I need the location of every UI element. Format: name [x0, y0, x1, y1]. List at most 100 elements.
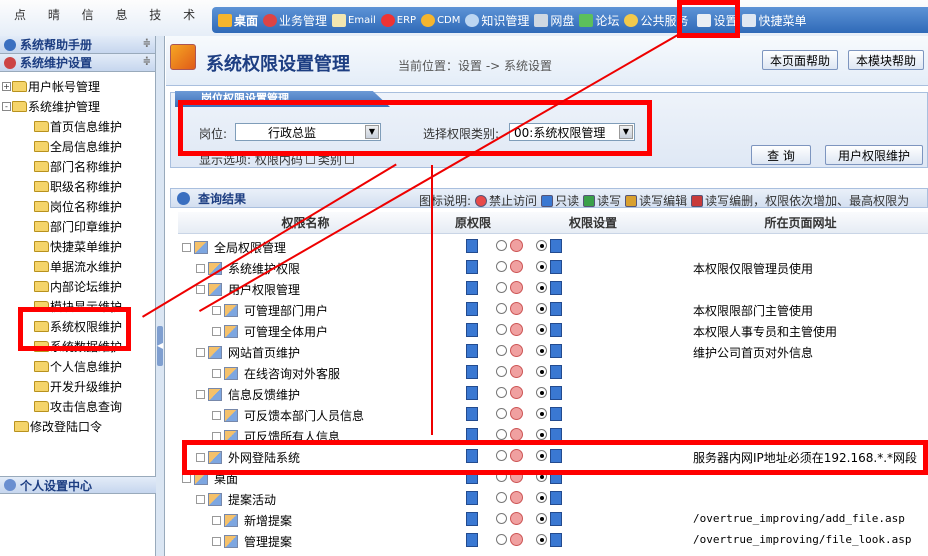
forbid-radio[interactable] — [496, 387, 507, 398]
sidebar-item-system-maint[interactable]: - 系统维护管理 — [0, 96, 155, 116]
forbid-radio[interactable] — [496, 408, 507, 419]
readonly-radio[interactable] — [536, 366, 547, 377]
category-checkbox[interactable] — [344, 155, 354, 164]
forbid-radio[interactable] — [496, 366, 507, 377]
permission-node-icon — [208, 283, 222, 296]
nav-shortcut[interactable]: 快捷菜单 — [742, 12, 806, 29]
folder-icon — [34, 220, 49, 232]
top-bar: 点 晴 信 息 技 术 桌面 业务管理 Email ERP CDM 知识管理 网… — [0, 0, 928, 36]
page-help-button[interactable]: 本页面帮助 — [762, 50, 838, 70]
sidebar-item[interactable]: 快捷菜单维护 — [0, 236, 155, 256]
sidebar-item[interactable]: 岗位名称维护 — [0, 196, 155, 216]
sidebar-item[interactable]: 开发升级维护 — [0, 376, 155, 396]
collapse-icon[interactable]: ≑ — [143, 38, 151, 49]
module-help-button[interactable]: 本模块帮助 — [848, 50, 924, 70]
sidebar-item[interactable]: 个人信息维护 — [0, 356, 155, 376]
forbid-radio[interactable] — [496, 261, 507, 272]
readonly-radio[interactable] — [536, 282, 547, 293]
tree-line-icon — [196, 390, 205, 399]
collapse-sidebar-icon[interactable]: ◀ — [157, 326, 163, 366]
sidebar-maint-header[interactable]: 系统维护设置 ≑ — [0, 54, 155, 72]
permission-node-icon — [224, 304, 238, 317]
permission-node-icon — [224, 535, 238, 548]
forbid-icon — [510, 260, 523, 273]
sidebar-item[interactable]: 单据流水维护 — [0, 256, 155, 276]
collapse-icon[interactable]: ≑ — [143, 56, 151, 67]
readonly-radio[interactable] — [536, 408, 547, 419]
forbid-radio[interactable] — [496, 240, 507, 251]
permission-node-icon — [224, 367, 238, 380]
readonly-radio[interactable] — [536, 303, 547, 314]
code-checkbox[interactable] — [305, 155, 315, 164]
nav-cdm[interactable]: CDM — [421, 13, 460, 27]
sidebar-help-header[interactable]: 系统帮助手册 ≑ — [0, 36, 155, 54]
nav-erp[interactable]: ERP — [380, 13, 416, 27]
forbid-radio[interactable] — [496, 429, 507, 440]
shortcut-icon — [742, 13, 757, 27]
nav-disk[interactable]: 网盘 — [534, 12, 574, 29]
readonly-radio[interactable] — [536, 534, 547, 545]
main-nav: 桌面 业务管理 Email ERP CDM 知识管理 网盘 论坛 公共服务 设置… — [212, 7, 928, 33]
sidebar-item-change-password[interactable]: 修改登陆口令 — [0, 416, 155, 436]
readonly-icon — [550, 302, 562, 316]
permission-name: 可管理全体用户 — [212, 323, 328, 340]
readonly-radio[interactable] — [536, 513, 547, 524]
forbid-icon — [510, 302, 523, 315]
readonly-radio[interactable] — [536, 324, 547, 335]
folder-icon — [34, 180, 49, 192]
original-permission-icon — [466, 386, 478, 400]
forbid-icon — [510, 407, 523, 420]
readonly-icon — [550, 281, 562, 295]
sidebar-item[interactable]: 全局信息维护 — [0, 136, 155, 156]
readonly-radio[interactable] — [536, 240, 547, 251]
forum-icon — [579, 13, 594, 27]
forbid-radio[interactable] — [496, 534, 507, 545]
readonly-radio[interactable] — [536, 345, 547, 356]
permission-name: 网站首页维护 — [196, 344, 300, 361]
sidebar-item[interactable]: 职级名称维护 — [0, 176, 155, 196]
sidebar-item[interactable]: 首页信息维护 — [0, 116, 155, 136]
folder-icon — [12, 100, 27, 112]
tree-line-icon — [212, 411, 221, 420]
help-icon — [4, 38, 16, 51]
forbid-radio[interactable] — [496, 345, 507, 356]
highlight-filter — [178, 100, 652, 156]
forbid-radio[interactable] — [496, 513, 507, 524]
sidebar-item[interactable]: 部门名称维护 — [0, 156, 155, 176]
query-button[interactable]: 查 询 — [751, 145, 811, 165]
folder-icon — [34, 240, 49, 252]
brand-logo: 点 晴 信 息 技 术 — [14, 8, 205, 22]
table-row: 用户权限管理 — [178, 278, 928, 299]
permission-node-icon — [224, 409, 238, 422]
forbid-icon — [510, 281, 523, 294]
knowledge-icon — [465, 13, 480, 27]
permission-name: 信息反馈维护 — [196, 386, 300, 403]
collapse-icon[interactable]: - — [2, 101, 11, 111]
sidebar-splitter[interactable]: ◀ — [156, 36, 165, 556]
sidebar-personal-header[interactable]: 个人设置中心 — [0, 476, 156, 494]
forbid-radio[interactable] — [496, 492, 507, 503]
nav-forum[interactable]: 论坛 — [579, 12, 619, 29]
nav-business[interactable]: 业务管理 — [263, 12, 327, 29]
forbid-radio[interactable] — [496, 324, 507, 335]
forbid-radio[interactable] — [496, 282, 507, 293]
forbid-radio[interactable] — [496, 303, 507, 314]
sidebar-item[interactable]: 攻击信息查询 — [0, 396, 155, 416]
table-row: 全局权限管理 — [178, 236, 928, 257]
readonly-radio[interactable] — [536, 492, 547, 503]
sidebar-item[interactable]: 内部论坛维护 — [0, 276, 155, 296]
readonly-radio[interactable] — [536, 387, 547, 398]
nav-email[interactable]: Email — [332, 13, 376, 27]
nav-knowledge[interactable]: 知识管理 — [465, 12, 529, 29]
readonly-radio[interactable] — [536, 261, 547, 272]
tree-line-icon — [196, 495, 205, 504]
sidebar-item-user-accounts[interactable]: + 用户帐号管理 — [0, 76, 155, 96]
user-permission-button[interactable]: 用户权限维护 — [825, 145, 923, 165]
readonly-icon — [550, 239, 562, 253]
nav-desktop[interactable]: 桌面 — [218, 12, 258, 29]
forbid-icon — [510, 344, 523, 357]
expand-icon[interactable]: + — [2, 81, 11, 91]
readonly-radio[interactable] — [536, 429, 547, 440]
page-url: 本权限限部门主管使用 — [693, 304, 814, 318]
sidebar-item[interactable]: 部门印章维护 — [0, 216, 155, 236]
